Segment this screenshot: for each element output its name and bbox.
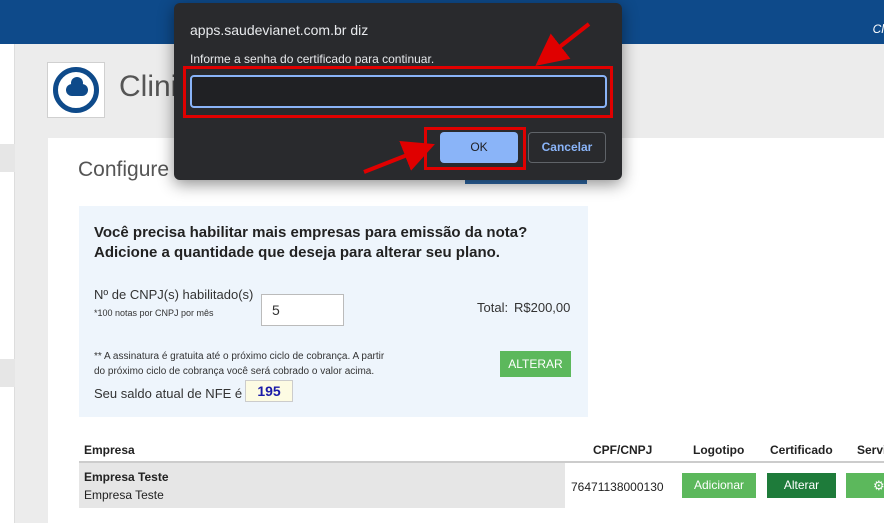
column-header-certificado: Certificado <box>770 443 833 457</box>
plan-heading-line2: Adicione a quantidade que deseja para al… <box>94 244 500 261</box>
nfe-balance-label: Seu saldo atual de NFE é <box>94 386 243 401</box>
change-certificate-button[interactable]: Alterar <box>767 473 836 498</box>
company-legal-name: Empresa Teste <box>84 488 164 502</box>
input-highlight-box <box>183 66 613 118</box>
services-button[interactable]: ⚙ <box>846 473 884 498</box>
companies-table-header: Empresa CPF/CNPJ Logotipo Certificado Se… <box>79 437 884 463</box>
column-header-logotipo: Logotipo <box>693 443 745 457</box>
ok-highlight-box <box>424 127 526 170</box>
column-header-empresa: Empresa <box>84 443 135 457</box>
dialog-message: Informe a senha do certificado para cont… <box>190 52 435 66</box>
total-value: R$200,00 <box>514 300 571 315</box>
app-logo <box>47 62 105 118</box>
cancel-button[interactable]: Cancelar <box>528 132 606 163</box>
plan-heading-line1: Você precisa habilitar mais empresas par… <box>94 224 528 241</box>
table-row: Empresa Teste Empresa Teste 764711380001… <box>79 463 884 508</box>
alterar-plan-button[interactable]: ALTERAR <box>500 351 571 377</box>
dialog-origin: apps.saudevianet.com.br diz <box>190 22 369 38</box>
plan-info-box: Você precisa habilitar mais empresas par… <box>79 206 588 417</box>
company-name: Empresa Teste <box>84 470 169 484</box>
add-logo-button[interactable]: Adicionar <box>682 473 756 498</box>
gear-icon: ⚙ <box>873 478 884 493</box>
cloud-logo-icon <box>53 67 99 113</box>
subscription-note-line2: do próximo ciclo de cobrança você será c… <box>94 366 375 377</box>
left-sidebar <box>0 44 15 523</box>
subscription-note: ** A assinatura é gratuita até o próximo… <box>94 349 434 379</box>
nfe-balance-value: 195 <box>245 380 293 402</box>
cnpj-count-input[interactable]: 5 <box>261 294 344 326</box>
company-cell: Empresa Teste Empresa Teste <box>79 463 565 508</box>
column-header-servicos: Servi <box>857 443 884 457</box>
plan-heading: Você precisa habilitar mais empresas par… <box>94 223 527 263</box>
navbar-user-text[interactable]: Cl <box>873 22 884 36</box>
subscription-note-line1: ** A assinatura é gratuita até o próximo… <box>94 351 385 362</box>
sidebar-item[interactable] <box>0 359 15 387</box>
column-header-cnpj: CPF/CNPJ <box>593 443 653 457</box>
total-label: Total: <box>477 300 509 315</box>
company-cnpj: 76471138000130 <box>571 480 664 494</box>
cnpj-count-label: Nº de CNPJ(s) habilitado(s) <box>94 287 254 302</box>
page-title: Configure <box>78 158 170 181</box>
sidebar-item[interactable] <box>0 144 15 172</box>
cnpj-count-sublabel: *100 notas por CNPJ por mês <box>94 308 214 318</box>
